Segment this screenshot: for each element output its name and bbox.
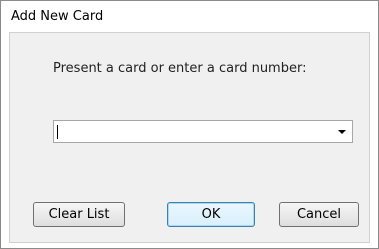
card-prompt-label: Present a card or enter a card number: xyxy=(53,61,307,76)
ok-button[interactable]: OK xyxy=(167,202,255,227)
cancel-button[interactable]: Cancel xyxy=(279,202,359,227)
dialog-body: Present a card or enter a card number: C… xyxy=(9,32,370,243)
chevron-down-icon[interactable] xyxy=(338,130,346,134)
card-number-combobox[interactable] xyxy=(53,120,353,143)
window-title: Add New Card xyxy=(11,9,104,24)
clear-list-button[interactable]: Clear List xyxy=(33,202,125,227)
text-caret xyxy=(57,125,58,139)
add-new-card-dialog: Add New Card Present a card or enter a c… xyxy=(0,0,379,249)
title-bar[interactable]: Add New Card xyxy=(1,1,378,32)
